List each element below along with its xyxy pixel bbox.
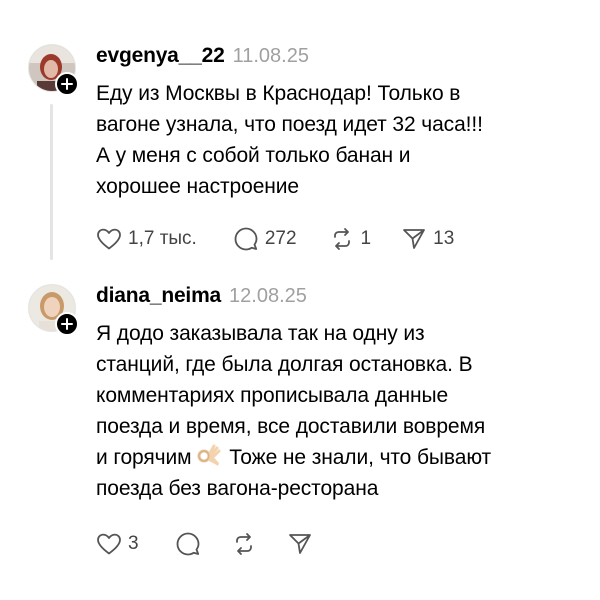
repost-button[interactable] [231, 531, 257, 557]
repost-button[interactable]: 1 [329, 226, 372, 252]
post-header: diana_neima 12.08.25 [96, 284, 307, 308]
like-button[interactable]: 3 [96, 532, 139, 556]
like-count: 1,7 тыс. [128, 228, 197, 249]
repost-icon [329, 226, 355, 252]
ok-hand-emoji [195, 444, 221, 468]
avatar-evgenya[interactable] [28, 44, 79, 96]
post-text: Еду из Москвы в Краснодар! Только в ваго… [96, 82, 483, 198]
send-icon [287, 531, 313, 557]
send-icon [401, 226, 427, 252]
heart-icon [96, 227, 122, 251]
avatar-diana[interactable] [28, 284, 79, 336]
post-date: 12.08.25 [229, 285, 307, 307]
heart-icon [96, 532, 122, 556]
share-button[interactable] [287, 531, 313, 557]
username[interactable]: diana_neima [96, 284, 221, 308]
repost-count: 1 [360, 228, 372, 249]
share-button[interactable]: 13 [401, 226, 454, 252]
thread-line [50, 104, 53, 260]
action-bar: 3 [96, 530, 313, 558]
reply-count: 272 [264, 228, 297, 249]
comment-icon [175, 531, 201, 557]
reply-button[interactable]: 272 [233, 226, 297, 252]
like-count: 3 [128, 533, 139, 554]
post-text: Я додо заказывала так на одну из станций… [96, 318, 576, 504]
post-header: evgenya__22 11.08.25 [96, 44, 309, 68]
like-button[interactable]: 1,7 тыс. [96, 227, 197, 251]
share-count: 13 [433, 228, 455, 249]
action-bar: 1,7 тыс. 272 1 13 [96, 225, 454, 253]
follow-plus-icon[interactable] [55, 72, 79, 96]
reply-button[interactable] [175, 531, 201, 557]
repost-icon [231, 531, 257, 557]
post-date: 11.08.25 [232, 45, 309, 67]
comment-icon [233, 226, 259, 252]
username[interactable]: evgenya__22 [96, 44, 225, 68]
follow-plus-icon[interactable] [55, 312, 79, 336]
